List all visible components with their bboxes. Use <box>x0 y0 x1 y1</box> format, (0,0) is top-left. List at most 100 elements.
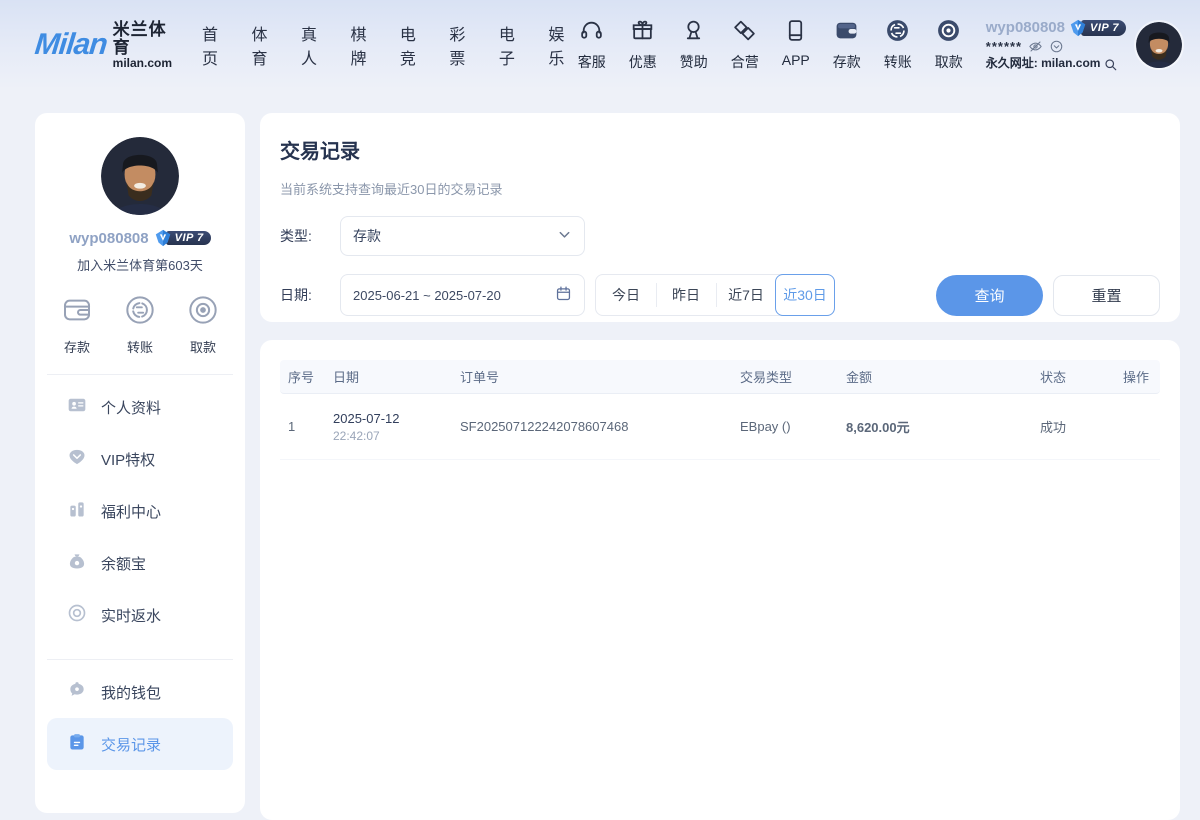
rebate-icon <box>67 603 87 628</box>
page-title: 交易记录 <box>280 135 1160 164</box>
date-row: 日期: 2025-06-21 ~ 2025-07-20 今日 昨日 近7日 近3… <box>280 274 1160 316</box>
nav-item-sports[interactable]: 体育 <box>252 21 274 69</box>
wallet-outline-icon <box>61 294 93 331</box>
sidebar-item-yuebao[interactable]: 余额宝 <box>47 537 233 589</box>
top-bar: Milan 米兰体育 milan.com 首页 体育 真人 棋牌 电竞 彩票 电… <box>0 0 1200 90</box>
user-block: wyp080808 VIP 7 ****** <box>986 18 1126 72</box>
type-select-value: 存款 <box>353 226 381 246</box>
records-icon <box>67 732 87 757</box>
avatar[interactable] <box>1136 22 1182 68</box>
transfer-button[interactable]: 转账 <box>124 294 156 356</box>
deposit-button[interactable]: 存款 <box>61 294 93 356</box>
range-7days-button[interactable]: 近7日 <box>716 275 776 315</box>
service-button[interactable]: 客服 <box>571 18 613 72</box>
table-row: 1 2025-07-12 22:42:07 SF2025071222420786… <box>280 394 1160 460</box>
topbar-icon-group: 客服 优惠 赞助 <box>571 18 970 72</box>
logo-script-text: Milan <box>33 30 108 60</box>
join-days-text: 加入米兰体育第603天 <box>35 255 245 274</box>
transfer-button[interactable]: 转账 <box>877 18 919 72</box>
row-time: 22:42:07 <box>333 429 452 443</box>
my-wallet-icon <box>67 680 87 705</box>
type-label: 类型: <box>280 226 322 246</box>
range-30days-button[interactable]: 近30日 <box>775 274 835 316</box>
headset-icon <box>579 18 604 48</box>
nav-item-entertainment[interactable]: 娱乐 <box>548 21 570 69</box>
affiliate-button[interactable]: 合营 <box>724 18 766 72</box>
logo-cn-text: 米兰体育 <box>113 21 172 57</box>
gift-icon <box>630 18 655 48</box>
eye-off-icon[interactable] <box>1028 39 1043 54</box>
promo-button[interactable]: 优惠 <box>622 18 664 72</box>
vip-shield-icon <box>154 229 172 247</box>
row-order-no: SF202507122242078607468 <box>452 419 732 434</box>
reset-button[interactable]: 重置 <box>1053 275 1160 316</box>
search-icon[interactable] <box>1103 57 1118 72</box>
sidebar: wyp080808 VIP 7 加入米兰体育第603天 存款 <box>35 113 245 813</box>
date-range-input[interactable]: 2025-06-21 ~ 2025-07-20 <box>340 274 585 316</box>
sidebar-quick-actions: 存款 转账 取款 <box>35 294 245 356</box>
sidebar-item-transaction-records[interactable]: 交易记录 <box>47 718 233 770</box>
wallet-icon <box>834 18 859 48</box>
withdraw-outline-icon <box>187 294 219 331</box>
nav-item-chess[interactable]: 棋牌 <box>350 21 372 69</box>
row-datetime: 2025-07-12 22:42:07 <box>325 411 452 443</box>
vip-shield-icon <box>1069 19 1087 37</box>
refresh-balance-icon[interactable] <box>1049 39 1064 54</box>
app-button[interactable]: APP <box>775 18 817 72</box>
row-amount: 8,620.00元 <box>838 417 1032 436</box>
moneybag-icon <box>67 551 87 576</box>
date-range-value: 2025-06-21 ~ 2025-07-20 <box>353 288 501 303</box>
nav-item-live[interactable]: 真人 <box>301 21 323 69</box>
id-card-icon <box>67 395 87 420</box>
range-today-button[interactable]: 今日 <box>596 275 656 315</box>
nav-item-home[interactable]: 首页 <box>202 21 224 69</box>
range-yesterday-button[interactable]: 昨日 <box>656 275 716 315</box>
sidebar-item-welfare[interactable]: 福利中心 <box>47 485 233 537</box>
row-index: 1 <box>280 419 325 434</box>
brand-logo[interactable]: Milan 米兰体育 milan.com <box>35 21 172 69</box>
vip-level-label: VIP 7 <box>166 231 211 245</box>
handshake-icon <box>732 18 757 48</box>
vip-badge: VIP 7 <box>1069 19 1126 37</box>
nav-item-slots[interactable]: 电子 <box>499 21 521 69</box>
records-table-card: 序号 日期 订单号 交易类型 金额 状态 操作 1 2025-07-12 22:… <box>260 340 1180 820</box>
transfer-outline-icon <box>124 294 156 331</box>
trophy-icon <box>681 18 706 48</box>
col-header-date: 日期 <box>325 367 452 386</box>
search-button[interactable]: 查询 <box>936 275 1043 316</box>
username: wyp080808 <box>69 230 148 247</box>
page-subtitle: 当前系统支持查询最近30日的交易记录 <box>280 179 1160 198</box>
vip-level-label: VIP 7 <box>1081 20 1126 36</box>
sidebar-item-my-wallet[interactable]: 我的钱包 <box>47 666 233 718</box>
deposit-button[interactable]: 存款 <box>826 18 868 72</box>
date-label: 日期: <box>280 285 322 305</box>
col-header-status: 状态 <box>1032 367 1115 386</box>
col-header-index: 序号 <box>280 367 325 386</box>
row-date: 2025-07-12 <box>333 411 452 426</box>
type-select[interactable]: 存款 <box>340 216 585 256</box>
col-header-type: 交易类型 <box>732 367 838 386</box>
table-header-row: 序号 日期 订单号 交易类型 金额 状态 操作 <box>280 360 1160 394</box>
main-nav: 首页 体育 真人 棋牌 电竞 彩票 电子 娱乐 <box>202 21 571 69</box>
chevron-down-icon <box>557 227 572 245</box>
welfare-icon <box>67 499 87 524</box>
nav-item-esports[interactable]: 电竞 <box>400 21 422 69</box>
nav-item-lottery[interactable]: 彩票 <box>449 21 471 69</box>
sponsor-button[interactable]: 赞助 <box>673 18 715 72</box>
divider <box>47 374 233 375</box>
col-header-order-no: 订单号 <box>452 367 732 386</box>
vip-badge: VIP 7 <box>154 229 211 247</box>
vip-gem-icon <box>67 447 87 472</box>
sidebar-item-vip[interactable]: VIP特权 <box>47 433 233 485</box>
row-status-badge: 成功 <box>1032 417 1115 436</box>
sidebar-menu: 个人资料 VIP特权 福利中心 <box>35 381 245 641</box>
withdraw-button[interactable]: 取款 <box>928 18 970 72</box>
sidebar-item-profile[interactable]: 个人资料 <box>47 381 233 433</box>
range-button-group: 今日 昨日 近7日 近30日 <box>595 274 835 316</box>
sidebar-item-rebate[interactable]: 实时返水 <box>47 589 233 641</box>
withdraw-button[interactable]: 取款 <box>187 294 219 356</box>
type-row: 类型: 存款 <box>280 216 1160 256</box>
logo-domain-text: milan.com <box>113 57 172 70</box>
transfer-icon <box>885 18 910 48</box>
calendar-icon <box>555 285 572 305</box>
